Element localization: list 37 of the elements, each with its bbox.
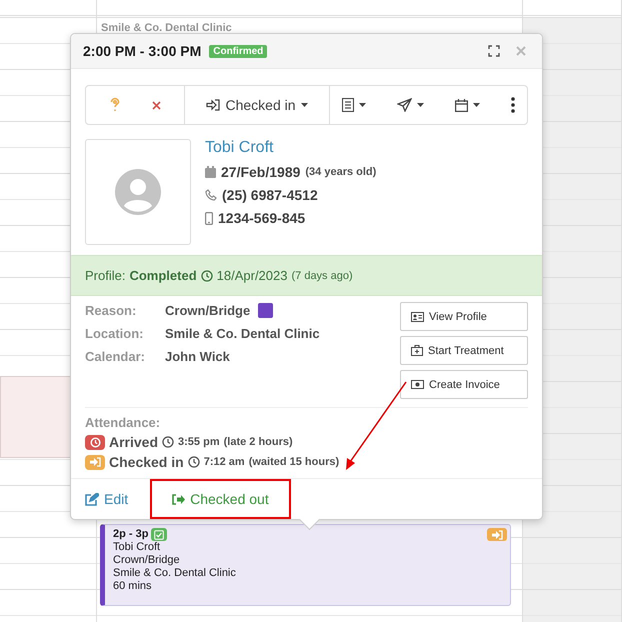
attendance-time: 7:12 am: [204, 456, 245, 468]
profile-date: 18/Apr/2023: [216, 268, 288, 283]
patient-age: (34 years old): [305, 166, 376, 178]
attendance-label: Arrived: [109, 434, 158, 450]
action-button[interactable]: Start Treatment: [400, 336, 528, 365]
attendance-note: (waited 15 hours): [248, 456, 340, 468]
profile-status: Completed: [129, 268, 197, 283]
detail-value: Crown/Bridge: [165, 303, 250, 318]
mobile-number: 1234-569-845: [218, 210, 306, 226]
event-location: Smile & Co. Dental Clinic: [113, 567, 237, 580]
attendance-time: 3:55 pm: [178, 436, 220, 448]
calendar-event[interactable]: 2p - 3p Tobi Croft Crown/Bridge Smile & Co. Dental Clinic 60 mins: [100, 524, 511, 606]
event-duration: 60 mins: [113, 580, 153, 593]
attendance-note: (late 2 hours): [224, 436, 293, 448]
status-badge: Confirmed: [209, 44, 268, 58]
event-time: 2p - 3p: [113, 528, 148, 541]
phone-number: (25) 6987-4512: [222, 187, 318, 203]
profile-ago: (7 days ago): [291, 270, 353, 282]
action-button[interactable]: Create Invoice: [400, 370, 528, 399]
profile-label: Profile:: [85, 268, 126, 283]
status-dropdown[interactable]: Checked in: [202, 95, 312, 115]
event-patient: Tobi Croft: [113, 541, 162, 554]
attendance-heading: Attendance:: [85, 415, 162, 430]
detail-value: Smile & Co. Dental Clinic: [165, 326, 320, 341]
detail-label: Location:: [85, 326, 144, 341]
detail-label: Reason:: [85, 303, 138, 318]
event-reason: Crown/Bridge: [113, 554, 181, 567]
patient-name[interactable]: Tobi Croft: [205, 139, 376, 157]
attendance-label: Checked in: [109, 454, 184, 470]
popover-title: 2:00 PM - 3:00 PM: [83, 43, 202, 59]
action-button[interactable]: View Profile: [400, 302, 528, 331]
detail-label: Calendar:: [85, 349, 146, 364]
birth-date: 27/Feb/1989: [221, 164, 300, 180]
event-location: Smile & Co. Dental Clinic: [101, 22, 232, 34]
detail-value: John Wick: [165, 349, 230, 364]
edit-link[interactable]: Edit: [85, 491, 128, 507]
checked-out-link[interactable]: Checked out: [150, 479, 291, 519]
